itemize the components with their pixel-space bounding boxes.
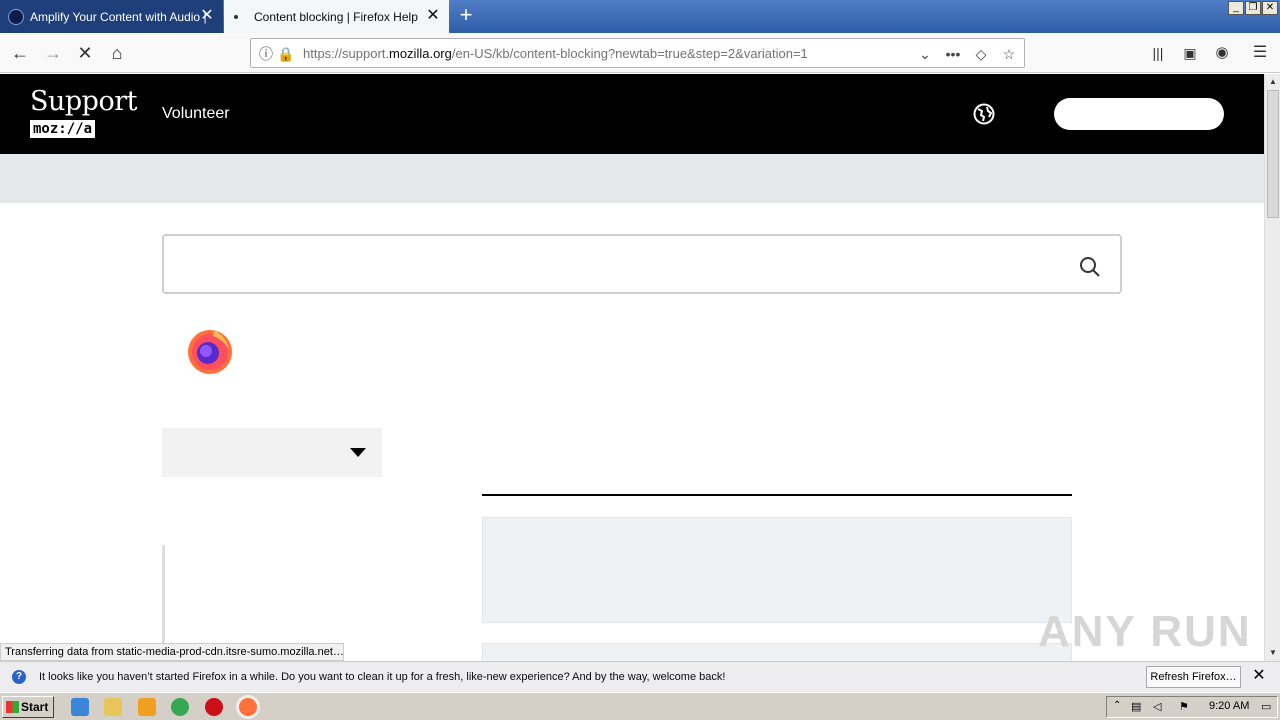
- lock-icon[interactable]: 🔒: [277, 45, 295, 63]
- tab-content-blocking[interactable]: Content blocking | Firefox Help ✕: [224, 0, 449, 33]
- menu-icon[interactable]: ☰: [1248, 41, 1272, 65]
- notification-message: It looks like you haven’t started Firefo…: [39, 671, 726, 683]
- firefox-taskbar-icon[interactable]: [239, 698, 257, 716]
- status-text: Transferring data from static-media-prod…: [0, 643, 344, 661]
- network-icon[interactable]: ▤: [1131, 700, 1141, 713]
- back-button[interactable]: ←: [8, 41, 32, 65]
- site-header: Support moz://a Volunteer: [0, 74, 1264, 154]
- close-tab-icon[interactable]: ✕: [425, 8, 441, 24]
- tab-title: Amplify Your Content with Audio |: [30, 9, 207, 24]
- globe-icon[interactable]: [973, 103, 995, 125]
- volume-icon[interactable]: ◁: [1153, 700, 1161, 713]
- chevron-down-icon[interactable]: ⌄: [916, 45, 934, 63]
- close-icon[interactable]: ✕: [1251, 667, 1267, 685]
- new-tab-button[interactable]: +: [453, 3, 479, 29]
- question-icon: ?: [12, 670, 26, 684]
- article-placeholder-card: [482, 517, 1072, 623]
- window-close-button[interactable]: ✕: [1262, 1, 1278, 15]
- refresh-firefox-button[interactable]: Refresh Firefox…: [1146, 666, 1241, 688]
- info-icon[interactable]: ⓘ: [257, 45, 275, 63]
- vertical-scrollbar[interactable]: ▲ ▼: [1264, 74, 1280, 661]
- url-text[interactable]: https://support.mozilla.org/en-US/kb/con…: [303, 46, 808, 61]
- page-content: Support moz://a Volunteer ANY RUN: [0, 74, 1264, 661]
- sign-in-button[interactable]: [1054, 98, 1224, 130]
- navigation-toolbar: ← → ✕ ⌂ ⓘ 🔒 https://support.mozilla.org/…: [0, 33, 1280, 73]
- tab-title: Content blocking | Firefox Help: [254, 9, 418, 24]
- chrome-icon[interactable]: [171, 698, 189, 716]
- topics-dropdown[interactable]: [162, 428, 382, 477]
- restore-button[interactable]: ❐: [1245, 1, 1261, 15]
- tab-amplify[interactable]: Amplify Your Content with Audio | ✕: [0, 0, 223, 33]
- caret-down-icon: [350, 448, 366, 457]
- article-placeholder-card: [482, 643, 1072, 661]
- close-tab-icon[interactable]: ✕: [199, 8, 215, 24]
- bookmark-star-icon[interactable]: ☆: [1000, 45, 1018, 63]
- search-icon[interactable]: [1078, 255, 1102, 279]
- media-player-icon[interactable]: [138, 698, 156, 716]
- article-divider: [482, 494, 1072, 496]
- minimize-button[interactable]: _: [1228, 1, 1244, 15]
- library-icon[interactable]: |||: [1146, 41, 1170, 65]
- scroll-down-icon[interactable]: ▼: [1265, 645, 1280, 661]
- pocket-icon[interactable]: ◇: [972, 45, 990, 63]
- tab-strip: Amplify Your Content with Audio | ✕ Cont…: [0, 0, 1280, 33]
- page-actions-icon[interactable]: •••: [944, 45, 962, 63]
- forward-button[interactable]: →: [41, 41, 65, 65]
- clock: 9:20 AM: [1209, 700, 1250, 712]
- windows-logo-icon: [6, 701, 19, 713]
- site-favicon-icon: [8, 8, 24, 25]
- nav-volunteer-link[interactable]: Volunteer: [162, 105, 230, 123]
- tray-expand-icon[interactable]: ⌃: [1113, 700, 1121, 711]
- windows-taskbar: Start ⌃ ▤ ◁ ⚑ 9:20 AM ▭: [0, 692, 1280, 720]
- opera-icon[interactable]: [205, 698, 223, 716]
- mozilla-logo[interactable]: moz://a: [30, 120, 96, 138]
- site-logo[interactable]: Support: [30, 86, 137, 117]
- search-input[interactable]: [162, 234, 1122, 294]
- start-button[interactable]: Start: [2, 696, 54, 718]
- loading-dot-icon: [234, 14, 238, 19]
- sidebar-icon[interactable]: ▣: [1178, 41, 1202, 65]
- system-tray: ⌃ ▤ ◁ ⚑ 9:20 AM ▭: [1106, 696, 1278, 718]
- refresh-notification-bar: ? It looks like you haven’t started Fire…: [0, 661, 1280, 692]
- stop-button[interactable]: ✕: [73, 41, 97, 65]
- address-bar[interactable]: ⓘ 🔒 https://support.mozilla.org/en-US/kb…: [250, 38, 1025, 68]
- firefox-logo-icon: [188, 330, 232, 374]
- breadcrumb-banner: [0, 154, 1264, 203]
- ie-icon[interactable]: [71, 698, 89, 716]
- explorer-icon[interactable]: [104, 698, 122, 716]
- show-desktop-icon[interactable]: ▭: [1261, 700, 1271, 713]
- anyrun-watermark: ANY RUN: [1038, 607, 1252, 656]
- account-icon[interactable]: ◉: [1210, 41, 1234, 65]
- scroll-up-icon[interactable]: ▲: [1265, 74, 1280, 90]
- action-center-flag-icon[interactable]: ⚑: [1179, 700, 1189, 713]
- scroll-thumb[interactable]: [1267, 90, 1279, 218]
- home-button[interactable]: ⌂: [105, 41, 129, 65]
